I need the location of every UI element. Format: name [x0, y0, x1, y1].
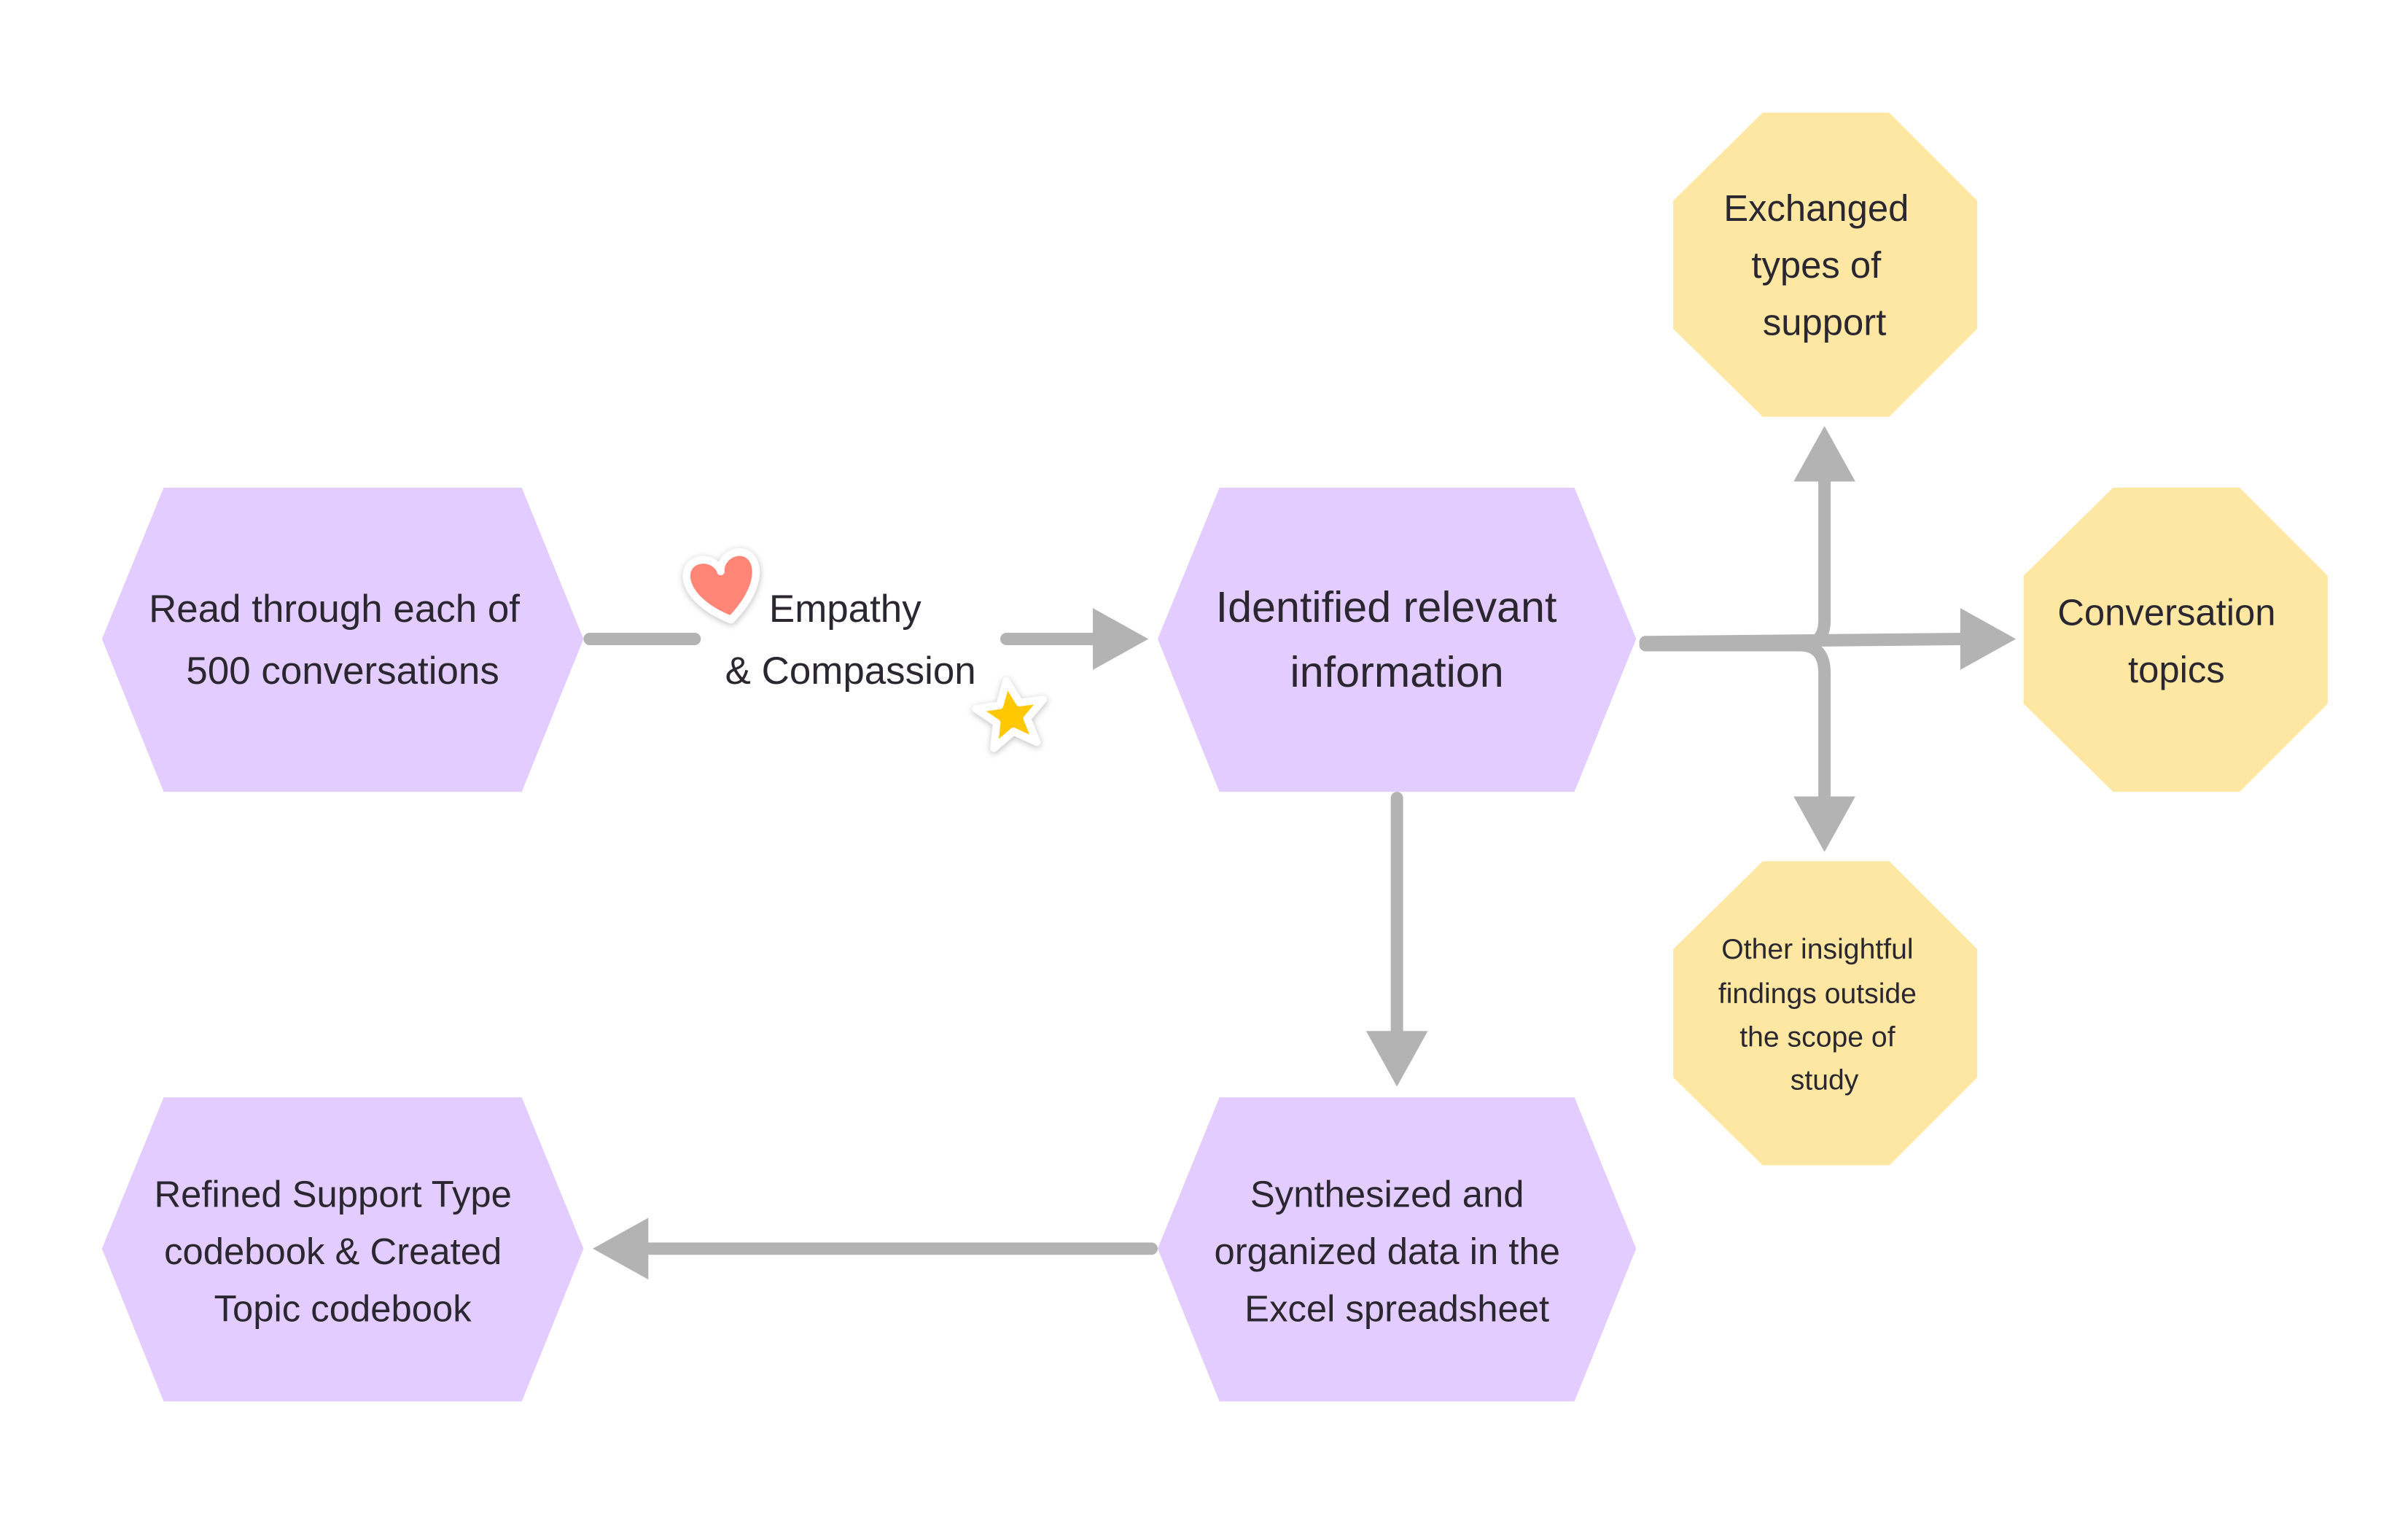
node-synthesized-label: Synthesized and organized data in the Ex…: [1214, 1174, 1570, 1330]
edge-label-empathy: Empathy & Compassion: [725, 588, 976, 693]
node-read[interactable]: Read through each of 500 conversations: [101, 488, 584, 792]
connector-to-exchanged: [1639, 469, 1831, 652]
node-exchanged[interactable]: Exchanged types of support: [1673, 112, 1978, 417]
flow-diagram: Read through each of 500 conversations I…: [101, 112, 2328, 1402]
arrow-head: [1960, 608, 2017, 670]
node-identified[interactable]: Identified relevant information: [1157, 488, 1637, 792]
star-icon: [972, 677, 1048, 752]
arrow-head: [1093, 608, 1149, 670]
node-refined[interactable]: Refined Support Type codebook & Created …: [101, 1097, 584, 1402]
connector-to-other: [1793, 639, 1831, 809]
node-topics[interactable]: Conversation topics: [2023, 488, 2328, 792]
arrow-head: [593, 1217, 649, 1280]
arrow-head: [1793, 426, 1855, 482]
node-other[interactable]: Other insightful findings outside the sc…: [1673, 861, 1978, 1166]
arrow-head: [1793, 796, 1855, 852]
heart-icon: [682, 547, 760, 624]
node-synthesized[interactable]: Synthesized and organized data in the Ex…: [1157, 1097, 1637, 1402]
arrow-head: [1365, 1031, 1428, 1087]
